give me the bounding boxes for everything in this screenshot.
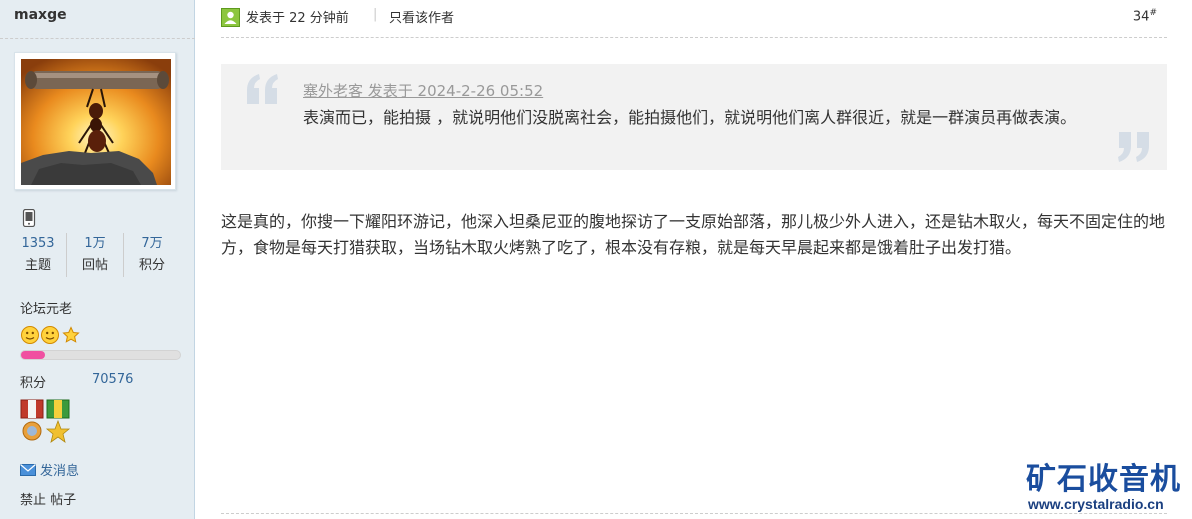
floor-number[interactable]: 34# (1133, 8, 1157, 24)
close-quote-icon (1118, 132, 1149, 162)
medal-icon (45, 399, 71, 443)
quote-text: 表演而已，能拍摄 ，就说明他们没脱离社会，能拍摄他们，就说明他们离人群很近，就是… (303, 108, 1077, 127)
site-watermark-url: www.crystalradio.cn (1028, 496, 1164, 512)
stat-credits-value[interactable]: 7万 (124, 233, 180, 255)
post-message: 这是真的，你搜一下耀阳环游记，他深入坦桑尼亚的腹地探访了一支原始部落，那儿极少外… (221, 212, 1166, 257)
floor-number-value[interactable]: 34 (1133, 9, 1150, 24)
quote-block: 塞外老客 发表于 2024-2-26 05:52 表演而已，能拍摄 ，就说明他们… (221, 64, 1167, 170)
rank-stars (21, 326, 80, 344)
rank-progress-fill (21, 351, 45, 359)
medals (20, 399, 71, 443)
post-time: 发表于 22 分钟前 (246, 11, 349, 26)
rank-title: 论坛元老 (20, 302, 73, 317)
only-author-link[interactable]: 只看该作者 (389, 7, 454, 26)
medal-icon (20, 399, 44, 441)
username[interactable]: maxge (14, 7, 67, 23)
stat-replies-label: 回帖 (81, 258, 108, 273)
user-stats: 1353 主题 1万 回帖 7万 积分 (10, 233, 180, 277)
avatar-frame (14, 52, 176, 190)
send-message-label[interactable]: 发消息 (40, 464, 79, 479)
ban-posts-link[interactable]: 禁止 帖子 (20, 489, 76, 508)
rank-progress-bar (20, 350, 181, 360)
mobile-phone-icon (22, 209, 36, 227)
stat-threads[interactable]: 1353 主题 (10, 233, 66, 277)
credit-value: 70576 (92, 372, 134, 387)
online-user-icon (221, 8, 240, 27)
stat-threads-label: 主题 (24, 258, 51, 273)
send-message-link[interactable]: 发消息 (20, 460, 79, 479)
avatar[interactable] (21, 59, 171, 185)
site-watermark-logo: 矿石收音机 (1026, 462, 1181, 497)
stat-credits-label: 积分 (138, 258, 165, 273)
stat-replies-value[interactable]: 1万 (67, 233, 123, 255)
header-separator: | (373, 7, 378, 22)
stat-credits[interactable]: 7万 积分 (123, 233, 180, 277)
envelope-icon (20, 464, 36, 476)
credit-label: 积分 (20, 376, 47, 391)
author-sidebar: maxge 1353 主题 1万 回帖 7万 积分 论坛元老 积分 70576 … (0, 0, 195, 519)
floor-suffix: # (1149, 8, 1157, 18)
stat-replies[interactable]: 1万 回帖 (66, 233, 123, 277)
star-rank-icon (62, 326, 80, 343)
sun-rank-icon (21, 326, 39, 344)
sidebar-divider (0, 38, 195, 39)
post-header: 发表于 22 分钟前 | 只看该作者 34# (221, 0, 1167, 38)
quote-meta[interactable]: 塞外老客 发表于 2024-2-26 05:52 (303, 80, 543, 101)
open-quote-icon (247, 74, 278, 104)
stat-threads-value[interactable]: 1353 (10, 233, 66, 255)
post-bottom-divider (221, 513, 1167, 514)
sun-rank-icon (41, 326, 59, 344)
